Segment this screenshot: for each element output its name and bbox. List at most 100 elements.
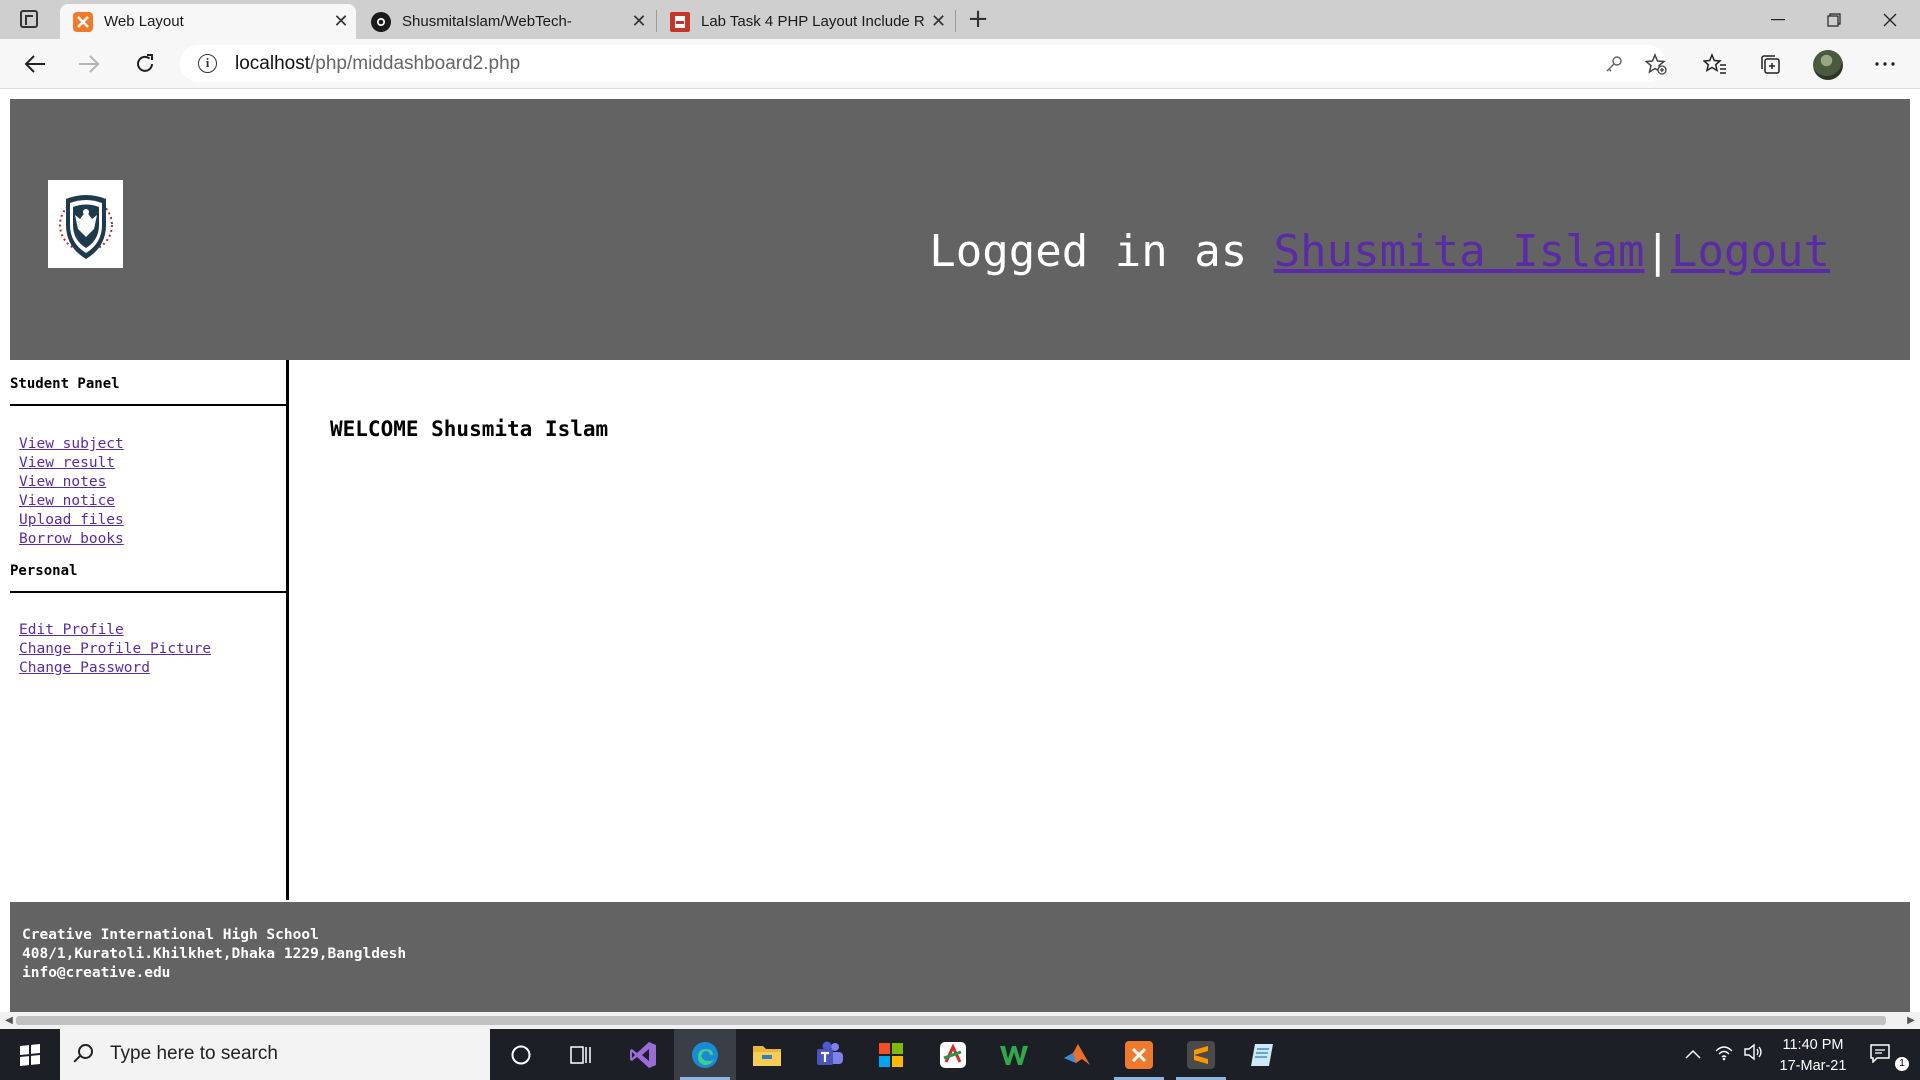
address-bar[interactable]: i localhost/php/middashboard2.php: [180, 45, 1667, 82]
edge-icon: [692, 1041, 718, 1068]
welcome-message: WELCOME Shusmita Islam: [330, 417, 609, 441]
footer-school-name: Creative International High School: [22, 927, 319, 943]
scroll-left-arrow-icon[interactable]: ◀: [2, 1013, 16, 1028]
change-profile-picture-link[interactable]: Change Profile Picture: [19, 641, 211, 657]
scrollbar-thumb[interactable]: [16, 1016, 1886, 1025]
clock-time: 11:40 PM: [1782, 1037, 1844, 1053]
network-icon[interactable]: [1713, 1043, 1735, 1065]
notepad-button[interactable]: [1232, 1029, 1294, 1080]
taskbar-clock[interactable]: 11:40 PM 17-Mar-21: [1768, 1035, 1858, 1077]
windows-logo-icon: [20, 1043, 40, 1066]
favorites-icon[interactable]: [1698, 47, 1732, 81]
folder-icon: [753, 1045, 781, 1066]
list-item: View subject: [19, 435, 124, 454]
restore-button[interactable]: [1806, 0, 1862, 39]
list-item: Upload files: [19, 511, 124, 530]
task-view-button[interactable]: [550, 1029, 612, 1080]
cortana-button[interactable]: [490, 1029, 552, 1080]
show-hidden-icons-icon[interactable]: [1682, 1043, 1704, 1065]
url-host: localhost: [235, 53, 310, 74]
scroll-right-arrow-icon[interactable]: ▶: [1904, 1013, 1918, 1028]
tab-lab-task-pdf[interactable]: Lab Task 4 PHP Layout Include Re ✕: [657, 4, 953, 39]
minimize-button[interactable]: [1750, 0, 1806, 39]
teams-icon: [817, 1041, 843, 1065]
user-name-link[interactable]: Shusmita Islam: [1274, 226, 1645, 277]
upload-files-link[interactable]: Upload files: [19, 512, 124, 528]
collections-icon[interactable]: [1753, 47, 1787, 81]
edge-button[interactable]: [674, 1029, 736, 1080]
change-password-link[interactable]: Change Password: [19, 660, 150, 676]
volume-icon[interactable]: [1742, 1043, 1764, 1065]
list-item: Change Password: [19, 659, 211, 678]
list-item: Edit Profile: [19, 621, 211, 640]
site-footer: Creative International High School 408/1…: [10, 902, 1910, 1012]
view-result-link[interactable]: View result: [19, 455, 115, 471]
close-tab-icon[interactable]: ✕: [924, 11, 953, 32]
notifications-icon[interactable]: [1869, 1043, 1891, 1065]
key-icon[interactable]: [1600, 50, 1628, 78]
shield-emblem-icon: [58, 195, 113, 259]
file-explorer-button[interactable]: [736, 1029, 798, 1080]
list-item: Change Profile Picture: [19, 640, 211, 659]
search-icon: [78, 1044, 93, 1059]
url-path: /php/middashboard2.php: [310, 53, 521, 74]
github-icon: [371, 11, 391, 32]
url-text[interactable]: localhost/php/middashboard2.php: [235, 53, 520, 75]
sidebar: Student Panel View subject View result V…: [10, 360, 289, 900]
edit-profile-link[interactable]: Edit Profile: [19, 622, 124, 638]
student-panel-links: View subject View result View notes View…: [19, 435, 124, 549]
forward-icon[interactable]: [72, 47, 106, 81]
site-info-icon[interactable]: i: [198, 54, 217, 73]
xampp-button[interactable]: [1108, 1029, 1170, 1080]
tab-title: ShusmitaIslam/WebTech-: [402, 13, 572, 30]
matlab-button[interactable]: [1046, 1029, 1108, 1080]
sublime-text-button[interactable]: [1170, 1029, 1232, 1080]
teams-button[interactable]: [798, 1029, 860, 1080]
clock-date: 17-Mar-21: [1779, 1058, 1847, 1074]
webstorm-button[interactable]: [984, 1029, 1046, 1080]
microsoft-store-button[interactable]: [860, 1029, 922, 1080]
notification-count-badge: 1: [1895, 1057, 1909, 1071]
web-page: Logged in as Shusmita Islam|Logout Stude…: [0, 90, 1920, 1012]
view-subject-link[interactable]: View subject: [19, 436, 124, 452]
view-notes-link[interactable]: View notes: [19, 474, 106, 490]
close-tab-icon[interactable]: ✕: [326, 11, 356, 32]
start-button[interactable]: [0, 1029, 60, 1080]
tab-web-layout[interactable]: Web Layout ✕: [60, 4, 356, 39]
tab-title: Lab Task 4 PHP Layout Include Re: [701, 13, 925, 30]
pdf-reader-button[interactable]: [922, 1029, 984, 1080]
matlab-icon: [1064, 1043, 1090, 1065]
view-notice-link[interactable]: View notice: [19, 493, 115, 509]
footer-email: info@creative.edu: [22, 965, 171, 981]
visual-studio-button[interactable]: [612, 1029, 674, 1080]
tab-github[interactable]: ShusmitaIslam/WebTech- ✕: [358, 4, 654, 39]
taskbar-search-box[interactable]: Type here to search: [60, 1029, 490, 1080]
school-logo: [48, 180, 123, 268]
refresh-icon[interactable]: [128, 47, 162, 81]
login-status: Logged in as Shusmita Islam|Logout: [929, 226, 1830, 277]
new-tab-button[interactable]: +: [963, 3, 993, 36]
borrow-books-link[interactable]: Borrow books: [19, 531, 124, 547]
cortana-icon: [511, 1045, 531, 1064]
w3schools-icon: [1000, 1045, 1028, 1065]
store-icon: [879, 1042, 903, 1067]
profile-avatar[interactable]: [1813, 50, 1843, 80]
back-icon[interactable]: [18, 47, 52, 81]
add-favorite-icon[interactable]: [1642, 50, 1670, 78]
search-placeholder: Type here to search: [110, 1043, 278, 1064]
sublime-text-icon: [1187, 1040, 1215, 1069]
xampp-icon: [73, 11, 93, 32]
close-window-button[interactable]: [1862, 0, 1918, 39]
close-tab-icon[interactable]: ✕: [624, 11, 654, 32]
logout-link[interactable]: Logout: [1671, 226, 1830, 277]
browser-tab-bar: Web Layout ✕ ShusmitaIslam/WebTech- ✕ La…: [0, 0, 1920, 39]
browser-toolbar: i localhost/php/middashboard2.php: [0, 39, 1920, 89]
personal-links: Edit Profile Change Profile Picture Chan…: [19, 621, 211, 678]
tab-actions-icon[interactable]: [20, 10, 38, 28]
notepad-icon: [1251, 1043, 1273, 1066]
task-view-icon: [570, 1045, 591, 1064]
student-panel-heading: Student Panel: [10, 376, 289, 406]
taskbar: Type here to search 11:40 PM 17-Mar-21 1: [0, 1029, 1920, 1080]
more-options-icon[interactable]: [1868, 47, 1902, 81]
horizontal-scrollbar[interactable]: ◀ ▶: [0, 1012, 1920, 1029]
